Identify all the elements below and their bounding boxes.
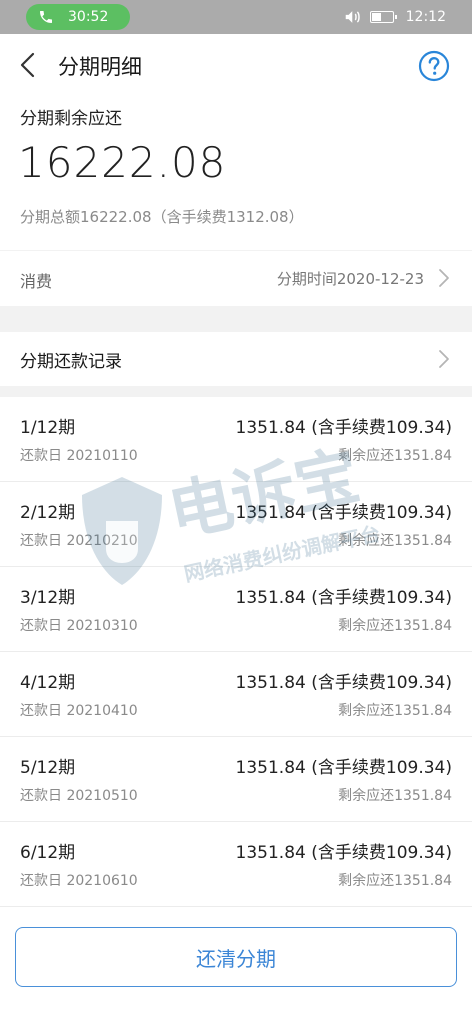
footer-bar: 还清分期	[0, 909, 472, 1024]
installment-remaining: 剩余应还1351.84	[338, 703, 452, 719]
back-arrow-icon[interactable]	[14, 49, 42, 81]
installment-remaining: 剩余应还1351.84	[338, 533, 452, 549]
installment-item[interactable]: 3/12期 1351.84 (含手续费109.34) 还款日 20210310 …	[0, 567, 472, 652]
installment-period: 4/12期	[20, 673, 76, 693]
remaining-summary: 分期剩余应还 16222.08 分期总额16222.08（含手续费1312.08…	[0, 96, 472, 250]
installment-amount: 1351.84 (含手续费109.34)	[235, 673, 452, 693]
remaining-amount: 16222.08	[18, 138, 227, 187]
divider	[0, 906, 472, 907]
installment-period: 1/12期	[20, 418, 76, 438]
installment-remaining: 剩余应还1351.84	[338, 618, 452, 634]
installment-due-date: 还款日 20210110	[20, 448, 138, 464]
call-duration: 30:52	[68, 9, 109, 25]
installment-item[interactable]: 4/12期 1351.84 (含手续费109.34) 还款日 20210410 …	[0, 652, 472, 737]
installment-remaining: 剩余应还1351.84	[338, 873, 452, 889]
installment-due-date: 还款日 20210410	[20, 703, 138, 719]
transaction-row[interactable]: 消费 分期时间2020-12-23	[0, 251, 472, 306]
phone-icon	[40, 11, 52, 23]
question-circle-icon[interactable]	[418, 50, 450, 82]
clock: 12:12	[405, 9, 446, 25]
installment-remaining: 剩余应还1351.84	[338, 788, 452, 804]
installment-period: 2/12期	[20, 503, 76, 523]
battery-level-fill	[371, 13, 381, 21]
pay-off-button[interactable]: 还清分期	[15, 927, 457, 987]
installment-amount: 1351.84 (含手续费109.34)	[235, 503, 452, 523]
installment-amount: 1351.84 (含手续费109.34)	[235, 758, 452, 778]
installment-item[interactable]: 2/12期 1351.84 (含手续费109.34) 还款日 20210210 …	[0, 482, 472, 567]
installment-item[interactable]: 1/12期 1351.84 (含手续费109.34) 还款日 20210110 …	[0, 397, 472, 482]
transaction-type: 消费	[20, 272, 53, 291]
installment-amount: 1351.84 (含手续费109.34)	[235, 843, 452, 863]
installment-period: 5/12期	[20, 758, 76, 778]
repayment-records-title: 分期还款记录	[20, 352, 122, 372]
installment-due-date: 还款日 20210610	[20, 873, 138, 889]
volume-icon	[345, 11, 360, 23]
ongoing-call-pill[interactable]: 30:52	[26, 4, 130, 30]
installment-remaining: 剩余应还1351.84	[338, 448, 452, 464]
status-bar: 30:52 12:12	[0, 0, 472, 34]
installment-period: 3/12期	[20, 588, 76, 608]
installment-item[interactable]: 6/12期 1351.84 (含手续费109.34) 还款日 20210610 …	[0, 822, 472, 907]
installment-due-date: 还款日 20210210	[20, 533, 138, 549]
nav-header: 分期明细	[0, 34, 472, 96]
installment-amount: 1351.84 (含手续费109.34)	[235, 588, 452, 608]
installment-amount: 1351.84 (含手续费109.34)	[235, 418, 452, 438]
installment-list: 1/12期 1351.84 (含手续费109.34) 还款日 20210110 …	[0, 397, 472, 909]
installment-due-date: 还款日 20210310	[20, 618, 138, 634]
chevron-right-icon	[439, 269, 449, 287]
installment-item[interactable]: 5/12期 1351.84 (含手续费109.34) 还款日 20210510 …	[0, 737, 472, 822]
installment-period: 6/12期	[20, 843, 76, 863]
total-amount-note: 分期总额16222.08（含手续费1312.08）	[20, 208, 304, 226]
repayment-records-row[interactable]: 分期还款记录	[0, 332, 472, 386]
chevron-right-icon	[439, 350, 449, 368]
battery-icon	[369, 11, 397, 23]
installment-due-date: 还款日 20210510	[20, 788, 138, 804]
installment-date: 分期时间2020-12-23	[276, 270, 424, 288]
remaining-label: 分期剩余应还	[20, 109, 122, 129]
page-title: 分期明细	[58, 55, 142, 79]
